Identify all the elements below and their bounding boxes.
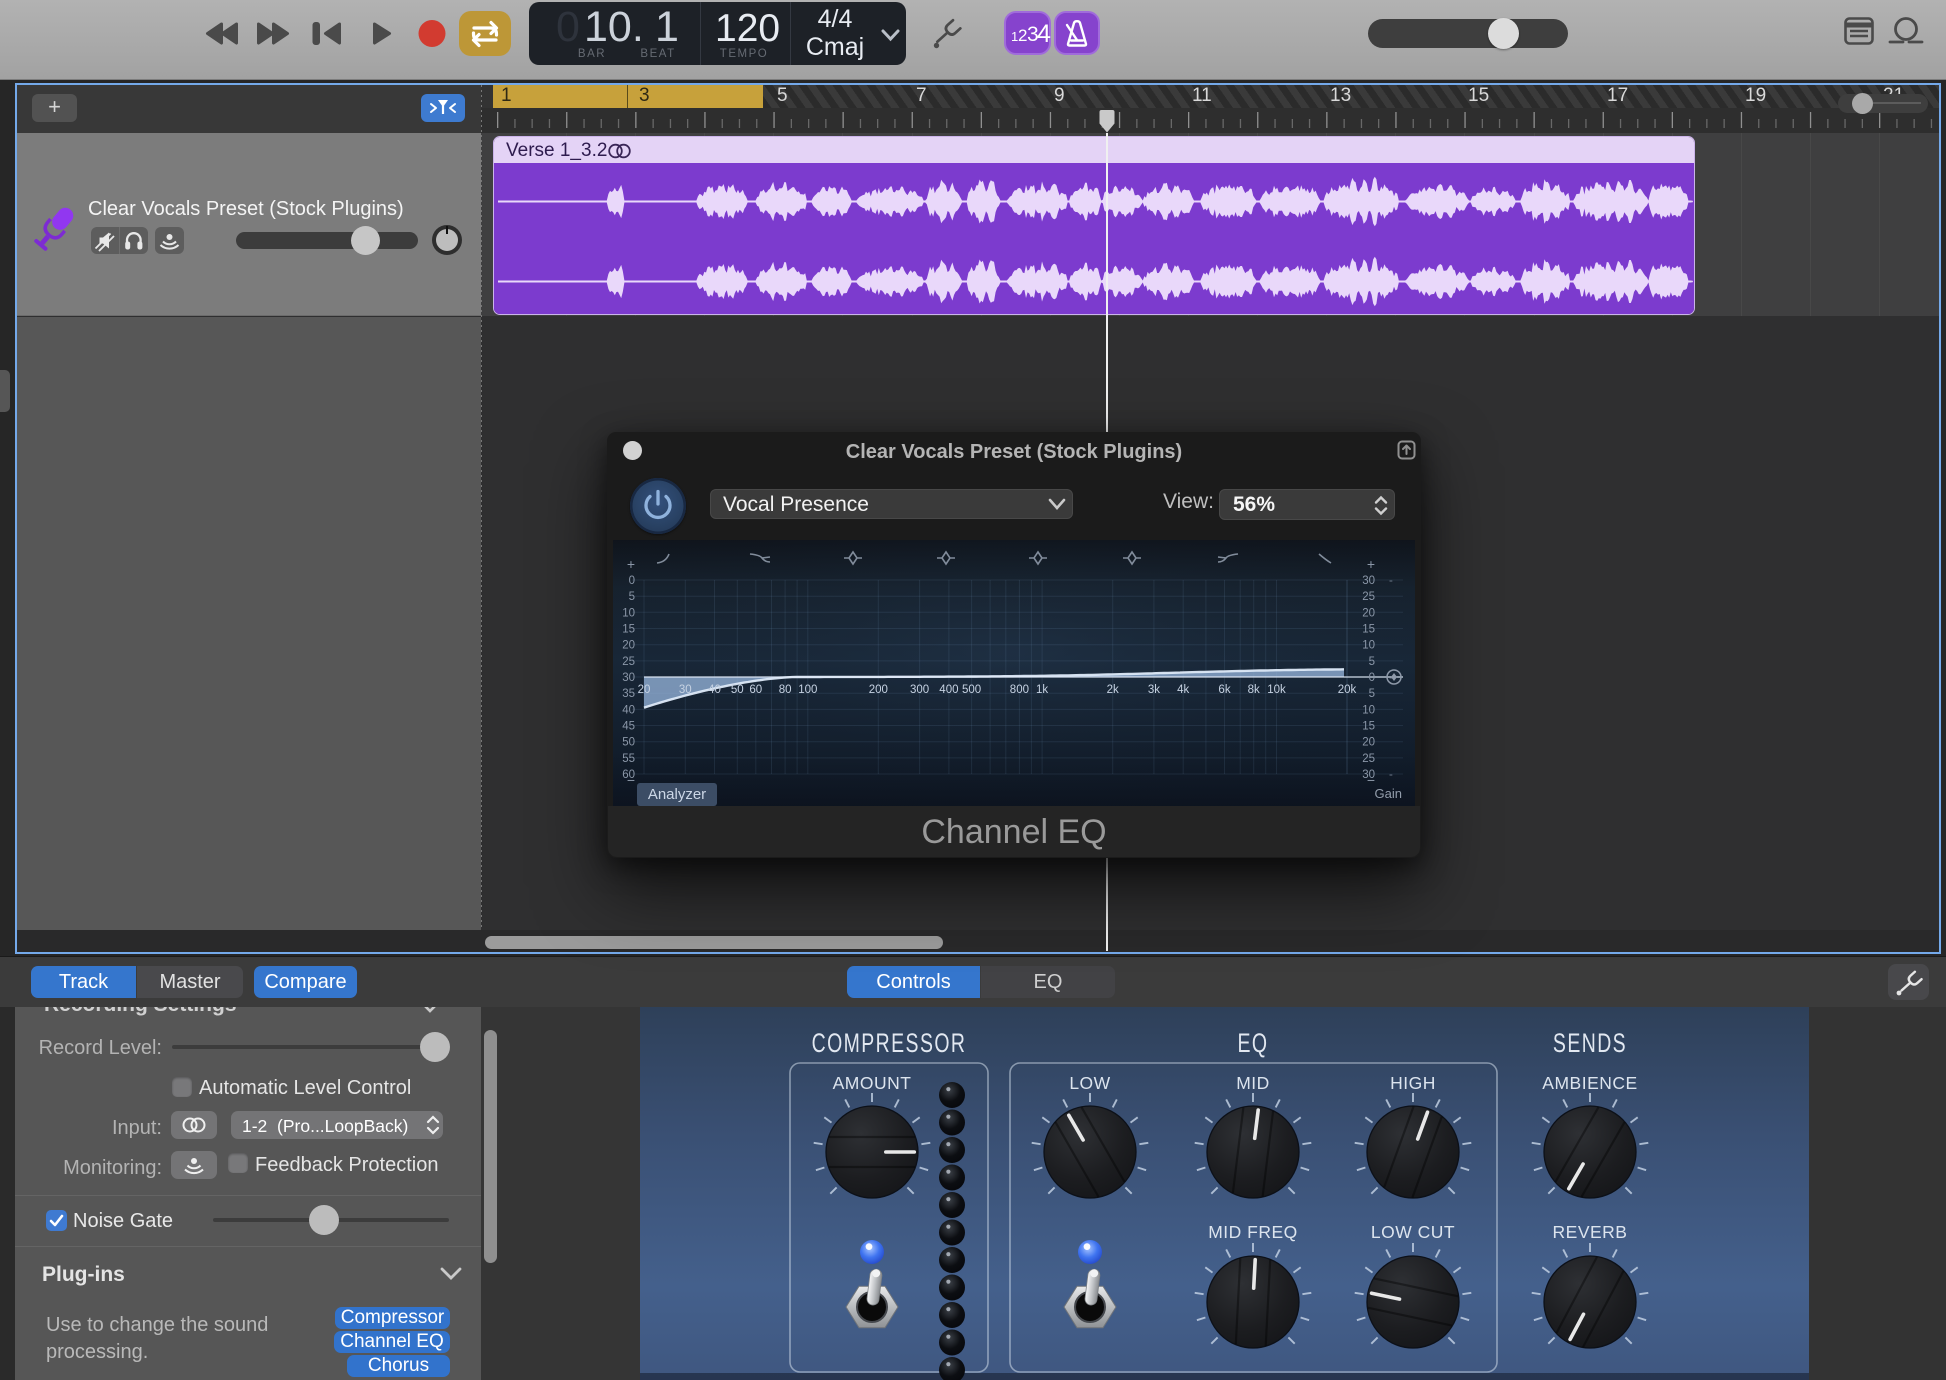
svg-text:+: + bbox=[627, 556, 635, 572]
svg-text:30: 30 bbox=[622, 672, 635, 684]
svg-text:15: 15 bbox=[1362, 624, 1375, 636]
svg-text:40: 40 bbox=[708, 684, 721, 696]
svg-text:10: 10 bbox=[1362, 640, 1375, 652]
svg-text:200: 200 bbox=[869, 684, 888, 696]
svg-text:25: 25 bbox=[1362, 591, 1375, 603]
svg-text:20: 20 bbox=[638, 684, 651, 696]
svg-text:20: 20 bbox=[622, 640, 635, 652]
svg-text:55: 55 bbox=[622, 753, 635, 765]
svg-text:−: − bbox=[627, 772, 635, 788]
svg-text:0: 0 bbox=[1369, 672, 1375, 684]
svg-text:35: 35 bbox=[622, 688, 635, 700]
svg-text:20: 20 bbox=[1362, 737, 1375, 749]
svg-text:4k: 4k bbox=[1177, 684, 1189, 696]
svg-text:100: 100 bbox=[798, 684, 817, 696]
svg-text:15: 15 bbox=[622, 624, 635, 636]
svg-text:25: 25 bbox=[622, 656, 635, 668]
svg-text:6k: 6k bbox=[1218, 684, 1230, 696]
svg-text:30: 30 bbox=[1362, 575, 1375, 587]
svg-text:400: 400 bbox=[939, 684, 958, 696]
svg-text:20: 20 bbox=[1362, 607, 1375, 619]
svg-text:10: 10 bbox=[622, 607, 635, 619]
svg-text:300: 300 bbox=[910, 684, 929, 696]
svg-text:50: 50 bbox=[622, 737, 635, 749]
svg-text:10: 10 bbox=[1362, 704, 1375, 716]
svg-text:5: 5 bbox=[1369, 656, 1375, 668]
svg-text:-: - bbox=[1389, 575, 1393, 587]
svg-text:30: 30 bbox=[679, 684, 692, 696]
svg-text:2k: 2k bbox=[1107, 684, 1119, 696]
svg-text:Analyzer: Analyzer bbox=[648, 786, 706, 803]
svg-text:25: 25 bbox=[1362, 753, 1375, 765]
svg-text:45: 45 bbox=[622, 721, 635, 733]
svg-text:15: 15 bbox=[1362, 721, 1375, 733]
svg-text:1k: 1k bbox=[1036, 684, 1048, 696]
svg-text:800: 800 bbox=[1010, 684, 1029, 696]
svg-text:80: 80 bbox=[779, 684, 792, 696]
svg-text:5: 5 bbox=[1369, 688, 1375, 700]
svg-text:20k: 20k bbox=[1338, 684, 1357, 696]
svg-text:+: + bbox=[1367, 556, 1375, 572]
svg-text:-: - bbox=[1389, 769, 1393, 781]
svg-text:5: 5 bbox=[629, 591, 635, 603]
svg-text:0: 0 bbox=[629, 575, 635, 587]
svg-text:40: 40 bbox=[622, 704, 635, 716]
svg-text:500: 500 bbox=[962, 684, 981, 696]
svg-text:10k: 10k bbox=[1267, 684, 1286, 696]
svg-text:50: 50 bbox=[731, 684, 744, 696]
svg-text:3k: 3k bbox=[1148, 684, 1160, 696]
svg-text:Gain: Gain bbox=[1375, 786, 1402, 801]
svg-text:8k: 8k bbox=[1248, 684, 1260, 696]
svg-text:60: 60 bbox=[749, 684, 762, 696]
